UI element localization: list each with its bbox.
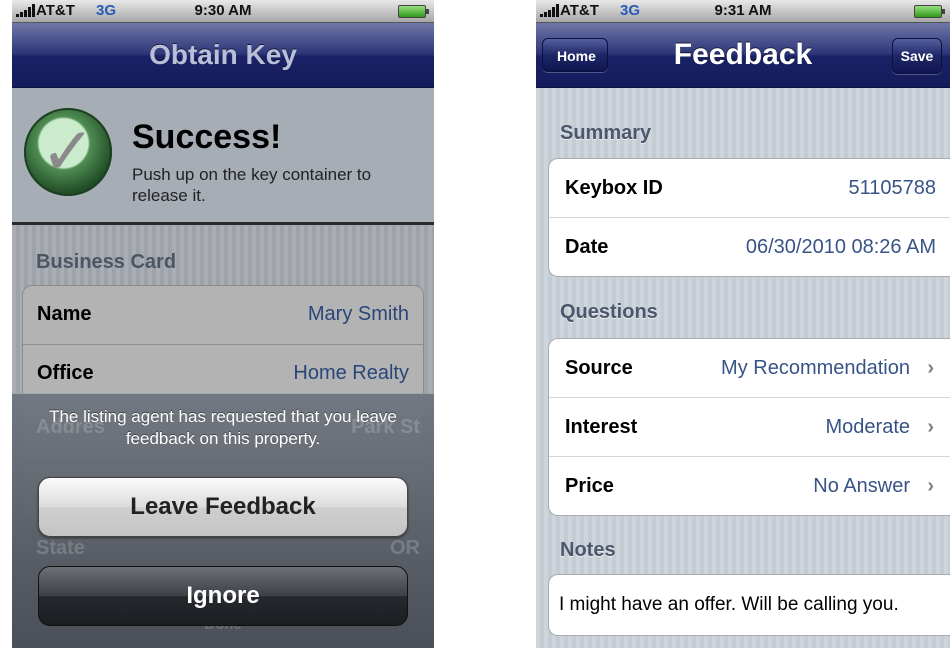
chevron-right-icon: › (927, 475, 934, 497)
question-row-interest[interactable]: Interest Moderate › (549, 398, 950, 457)
status-time: 9:30 AM (194, 2, 252, 19)
section-title-business-card: Business Card (36, 251, 177, 273)
summary-row-keybox-id: Keybox ID 51105788 (549, 159, 950, 218)
status-bar: AT&T 3G 9:30 AM (12, 0, 434, 23)
row-label: Interest (565, 416, 638, 438)
section-title-questions: Questions (560, 301, 658, 323)
battery-icon (914, 5, 945, 18)
navigation-bar: Home Feedback Save (536, 23, 950, 88)
row-label: Date (565, 236, 609, 258)
success-title: Success! (132, 118, 282, 156)
alert-message: The listing agent has requested that you… (49, 407, 397, 448)
question-row-price[interactable]: Price No Answer › (549, 457, 950, 515)
section-title-notes: Notes (560, 539, 616, 561)
row-value: 06/30/2010 08:26 AM (745, 236, 936, 258)
feedback-alert-sheet: Addres Park St State OR Done The listing… (12, 393, 434, 648)
obscured-state-label: State (36, 537, 85, 559)
questions-group: Source My Recommendation › Interest Mode… (548, 338, 950, 516)
nav-title: Feedback (673, 38, 813, 71)
notes-textarea[interactable]: I might have an offer. Will be calling y… (548, 574, 950, 636)
left-phone-screen: AT&T 3G 9:30 AM Obtain Key ✓ Success! Pu… (12, 0, 434, 648)
row-label: Source (565, 357, 633, 379)
row-label: Keybox ID (565, 177, 663, 199)
status-time: 9:31 AM (714, 2, 772, 19)
row-value: My Recommendation (721, 357, 910, 379)
chevron-right-icon: › (927, 357, 934, 379)
row-label: Price (565, 475, 614, 497)
section-title-summary: Summary (560, 122, 652, 144)
summary-group: Keybox ID 51105788 Date 06/30/2010 08:26… (548, 158, 950, 277)
nav-title: Obtain Key (149, 39, 297, 70)
row-label: Name (37, 303, 92, 325)
ignore-button[interactable]: Ignore (38, 566, 408, 626)
card-row-name[interactable]: Name Mary Smith (23, 286, 423, 345)
battery-icon (398, 5, 429, 18)
row-value: Mary Smith (307, 303, 409, 325)
row-label: Office (37, 362, 94, 384)
right-phone-screen: AT&T 3G 9:31 AM Home Feedback Save Summa… (536, 0, 950, 648)
row-value: 51105788 (848, 177, 937, 199)
row-value: Moderate (825, 416, 911, 438)
success-message: Push up on the key container to release … (132, 165, 372, 205)
chevron-right-icon: › (927, 416, 934, 438)
success-banner: ✓ Success! Push up on the key container … (12, 88, 434, 222)
row-value: No Answer (813, 475, 910, 497)
summary-row-date: Date 06/30/2010 08:26 AM (549, 218, 950, 276)
success-check-icon: ✓ (24, 108, 112, 196)
save-button[interactable]: Save (892, 38, 942, 74)
question-row-source[interactable]: Source My Recommendation › (549, 339, 950, 398)
row-value: Home Realty (293, 362, 409, 384)
leave-feedback-button[interactable]: Leave Feedback (38, 477, 408, 537)
navigation-bar: Obtain Key (12, 23, 434, 88)
notes-text: I might have an offer. Will be calling y… (559, 594, 899, 615)
status-bar: AT&T 3G 9:31 AM (536, 0, 950, 23)
obscured-state-value: OR (390, 537, 420, 559)
